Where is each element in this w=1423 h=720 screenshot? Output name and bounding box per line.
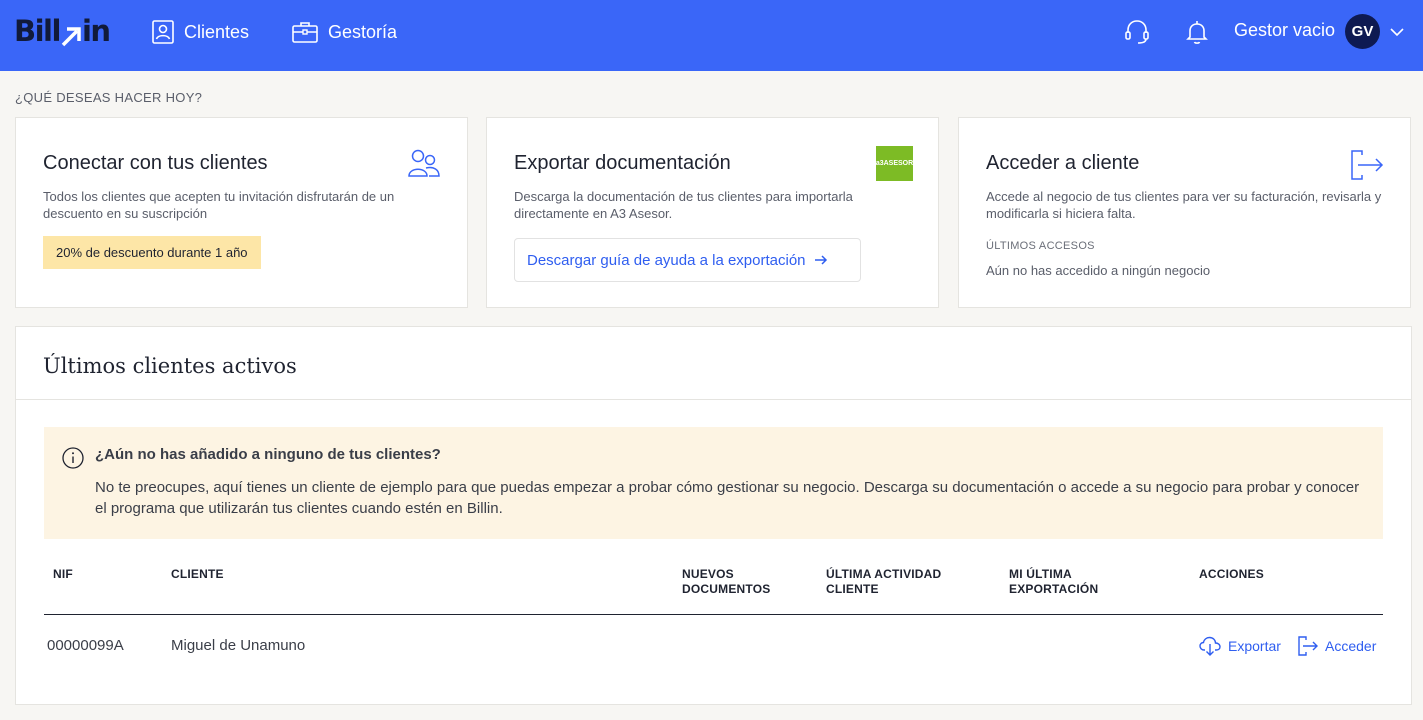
- sign-in-icon: [1351, 150, 1384, 180]
- column-header-label: NUEVOS DOCUMENTOS: [682, 567, 771, 596]
- nav-gestoria[interactable]: Gestoría: [292, 18, 397, 46]
- row-nif: 00000099A: [47, 637, 124, 654]
- export-action-button[interactable]: Exportar: [1199, 634, 1281, 658]
- recent-access-empty: Aún no has accedido a ningún negocio: [986, 263, 1211, 278]
- chevron-down-icon[interactable]: [1389, 24, 1405, 40]
- headset-support-icon[interactable]: [1123, 18, 1151, 46]
- column-header-label: MI ÚLTIMA EXPORTACIÓN: [1009, 567, 1099, 596]
- arrow-right-icon: [814, 255, 827, 265]
- avatar[interactable]: GV: [1345, 14, 1380, 49]
- panel-title: Últimos clientes activos: [43, 354, 297, 378]
- export-docs-card: Exportar documentación a3ASESOR Descarga…: [486, 117, 939, 308]
- notice-title: ¿Aún no has añadido a ninguno de tus cli…: [95, 446, 441, 463]
- info-notice: ¿Aún no has añadido a ninguno de tus cli…: [44, 427, 1383, 539]
- user-name[interactable]: Gestor vacio: [1234, 20, 1335, 41]
- column-header-label: CLIENTE: [171, 567, 224, 581]
- card-title: Acceder a cliente: [986, 152, 1140, 174]
- download-guide-button[interactable]: Descargar guía de ayuda a la exportación: [514, 238, 861, 282]
- a3-asesor-logo: a3ASESOR: [876, 146, 913, 181]
- download-guide-label: Descargar guía de ayuda a la exportación: [527, 251, 806, 269]
- card-description: Accede al negocio de tus clientes para v…: [986, 189, 1382, 221]
- info-icon: [62, 447, 84, 469]
- nav-clientes[interactable]: Clientes: [152, 18, 249, 46]
- card-description: Descarga la documentación de tus cliente…: [514, 189, 853, 221]
- column-header-actions: ACCIONES: [1199, 567, 1264, 582]
- logo-text-part: in: [81, 14, 111, 48]
- sign-in-icon: [1298, 636, 1318, 656]
- card-title: Conectar con tus clientes: [43, 152, 268, 174]
- card-title: Exportar documentación: [514, 152, 731, 174]
- recent-access-label: ÚLTIMOS ACCESOS: [986, 240, 1095, 252]
- table-header-divider: [44, 614, 1383, 615]
- notice-body: No te preocupes, aquí tienes un cliente …: [95, 479, 1360, 517]
- column-header-my-last-export: MI ÚLTIMA EXPORTACIÓN: [1009, 567, 1098, 597]
- access-client-card[interactable]: Acceder a cliente Accede al negocio de t…: [958, 117, 1411, 308]
- access-action-label: Acceder: [1325, 638, 1377, 654]
- bell-icon[interactable]: [1183, 18, 1211, 46]
- row-client-name: Miguel de Unamuno: [171, 637, 306, 654]
- discount-badge: 20% de descuento durante 1 año: [43, 236, 261, 269]
- column-header-last-activity: ÚLTIMA ACTIVIDAD CLIENTE: [826, 567, 941, 597]
- top-navigation-bar: Bill in Clientes Gestoría Gestor vacio G…: [0, 0, 1423, 71]
- nav-clientes-label: Clientes: [184, 21, 250, 42]
- column-header-cliente: CLIENTE: [171, 567, 224, 582]
- divider: [16, 399, 1411, 400]
- column-header-label: NIF: [53, 567, 73, 581]
- card-description: Todos los clientes que acepten tu invita…: [43, 189, 395, 221]
- connect-clients-card[interactable]: Conectar con tus clientes Todos los clie…: [15, 117, 468, 308]
- contact-card-icon: [152, 20, 174, 44]
- column-header-label: ACCIONES: [1199, 567, 1264, 581]
- logo-arrow-icon: [61, 20, 81, 47]
- logo-text-part: Bill: [14, 14, 61, 48]
- recent-clients-panel: Últimos clientes activos ¿Aún no has aña…: [15, 326, 1412, 705]
- section-title: ¿QUÉ DESEAS HACER HOY?: [15, 90, 203, 105]
- briefcase-icon: [292, 22, 318, 43]
- nav-gestoria-label: Gestoría: [328, 21, 398, 42]
- users-icon: [408, 149, 440, 177]
- column-header-nif: NIF: [53, 567, 73, 582]
- column-header-new-docs: NUEVOS DOCUMENTOS: [682, 567, 770, 597]
- column-header-label: ÚLTIMA ACTIVIDAD CLIENTE: [826, 567, 942, 596]
- billin-logo[interactable]: Bill in: [14, 14, 111, 48]
- cloud-download-icon: [1199, 636, 1221, 656]
- export-action-label: Exportar: [1228, 638, 1281, 654]
- access-action-button[interactable]: Acceder: [1298, 634, 1376, 658]
